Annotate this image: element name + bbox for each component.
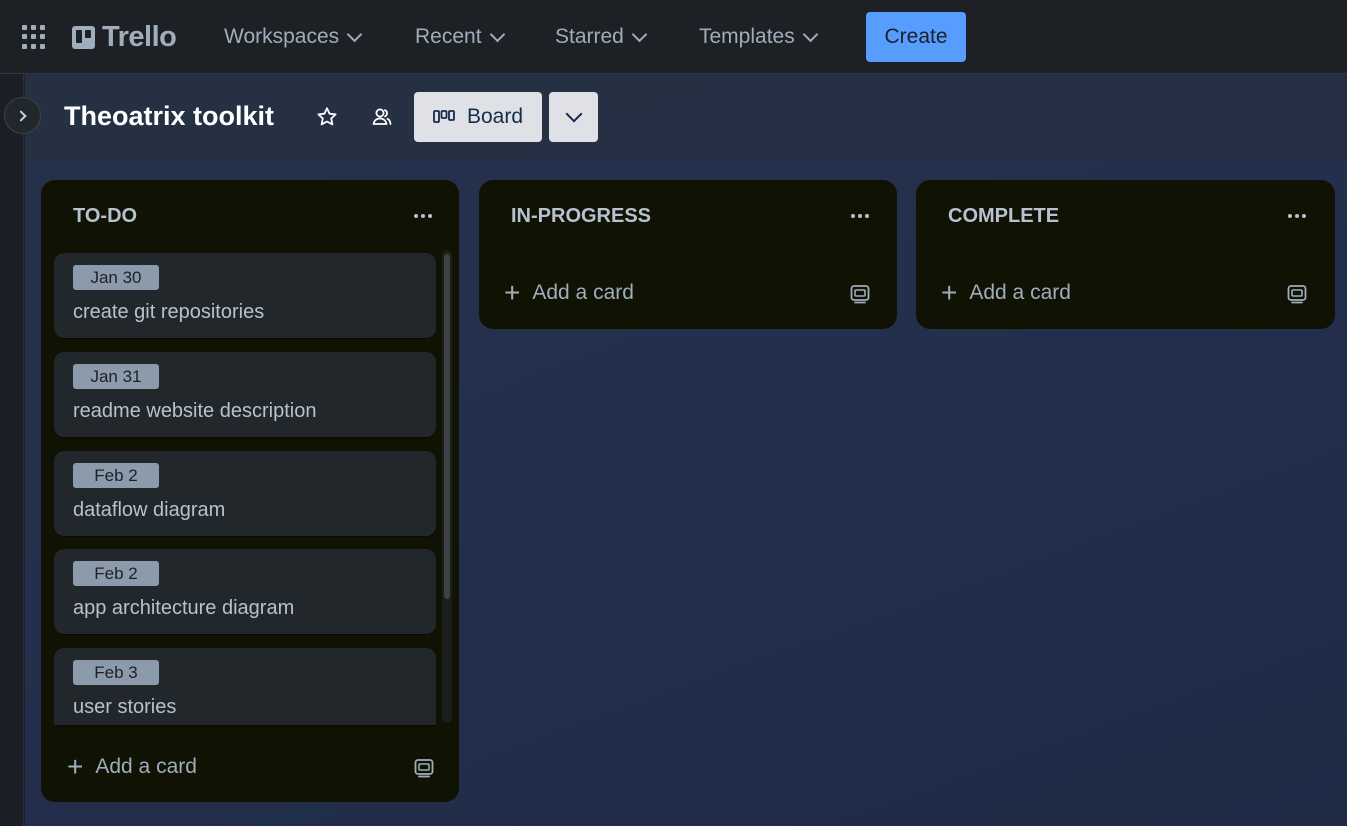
star-icon[interactable] [315,105,339,129]
add-card-button[interactable]: + Add a card [67,753,197,781]
board-view-icon [433,110,455,123]
more-dots-icon[interactable] [411,206,435,226]
board-header: Theoatrix toolkit Board [25,74,1347,160]
list-scrollbar[interactable] [442,250,452,723]
add-card-button[interactable]: + Add a card [941,279,1071,307]
nav-recent-label: Recent [415,25,482,48]
card[interactable]: Feb 2 dataflow diagram [54,451,436,536]
sidebar-expand-icon[interactable] [4,97,41,134]
card[interactable]: Jan 30 create git repositories [54,253,436,338]
card-template-icon[interactable] [1286,283,1308,305]
chevron-down-icon [565,105,582,123]
list-title[interactable]: TO-DO [73,205,137,228]
add-card-label: Add a card [532,281,634,304]
board-canvas: Theoatrix toolkit Board TO-DO Jan 30 cre… [25,74,1347,826]
nav-recent[interactable]: Recent [415,22,505,52]
nav-workspaces-label: Workspaces [224,25,340,48]
nav-workspaces[interactable]: Workspaces [224,22,363,52]
card-title: create git repositories [73,301,265,323]
chevron-down-icon [631,26,648,42]
sidebar-rail [0,74,24,826]
due-date-badge[interactable]: Jan 30 [73,265,159,290]
card[interactable]: Jan 31 readme website description [54,352,436,437]
nav-templates-label: Templates [699,25,795,48]
card[interactable]: Feb 2 app architecture diagram [54,549,436,634]
card-template-icon[interactable] [849,283,871,305]
nav-starred[interactable]: Starred [555,22,648,52]
list-todo: TO-DO Jan 30 create git repositories Jan… [41,180,459,802]
plus-icon: + [504,277,521,308]
chevron-down-icon [489,26,505,42]
add-card-label: Add a card [95,755,197,778]
plus-icon: + [941,277,958,308]
plus-icon: + [67,751,84,782]
board-title[interactable]: Theoatrix toolkit [64,101,274,132]
due-date-badge[interactable]: Jan 31 [73,364,159,389]
trello-logo[interactable]: Trello [72,21,177,54]
list-title[interactable]: IN-PROGRESS [511,205,651,228]
view-switcher-dropdown[interactable] [549,92,598,142]
trello-logo-icon [72,26,95,49]
nav-templates[interactable]: Templates [699,22,818,52]
nav-starred-label: Starred [555,25,624,48]
due-date-badge[interactable]: Feb 2 [73,463,159,488]
due-date-badge[interactable]: Feb 3 [73,660,159,685]
due-date-badge[interactable]: Feb 2 [73,561,159,586]
create-button[interactable]: Create [866,12,966,62]
add-card-label: Add a card [969,281,1071,304]
top-nav: Trello Workspaces Recent Starred Templat… [0,0,1347,74]
chevron-down-icon [802,26,818,42]
card-title: readme website description [73,400,317,422]
list-in-progress: IN-PROGRESS + Add a card [479,180,897,329]
card-title: user stories [73,696,177,718]
list-complete: COMPLETE + Add a card [916,180,1335,329]
add-card-button[interactable]: + Add a card [504,279,634,307]
people-icon[interactable] [370,105,394,129]
chevron-down-icon [346,26,363,42]
card-title: app architecture diagram [73,597,295,619]
apps-grid-icon[interactable] [22,25,46,49]
scroll-thumb[interactable] [444,254,450,599]
list-title[interactable]: COMPLETE [948,205,1059,228]
card-title: dataflow diagram [73,499,226,521]
card[interactable]: Feb 3 user stories [54,648,436,725]
board-view-button[interactable]: Board [414,92,542,142]
more-dots-icon[interactable] [1285,206,1309,226]
more-dots-icon[interactable] [848,206,872,226]
brand-name: Trello [102,21,177,53]
board-view-label: Board [466,105,524,128]
card-template-icon[interactable] [413,757,435,779]
